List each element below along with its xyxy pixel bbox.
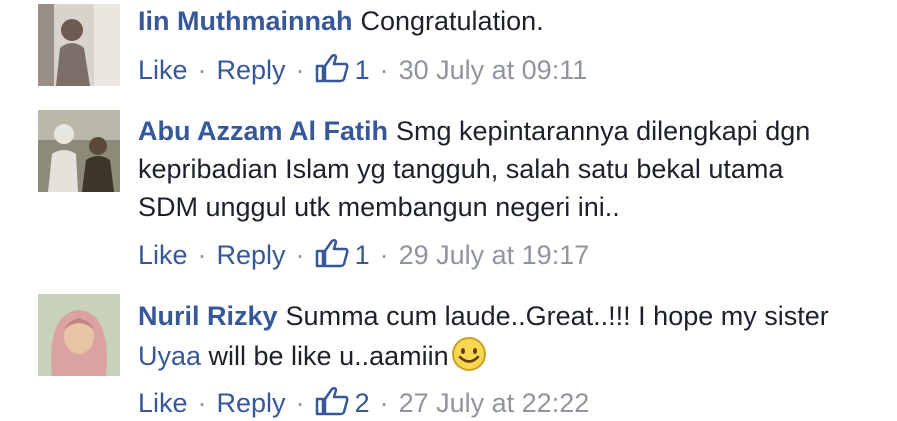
comment-timestamp[interactable]: 30 July at 09:11 — [399, 55, 588, 85]
mention-link[interactable]: Uyaa — [138, 341, 201, 371]
separator-dot: · — [197, 388, 207, 418]
separator-dot: · — [197, 55, 207, 85]
avatar[interactable] — [38, 110, 120, 192]
separator-dot: · — [295, 240, 305, 270]
separator-dot: · — [197, 240, 207, 270]
avatar[interactable] — [38, 4, 120, 86]
like-count[interactable]: 1 — [355, 240, 370, 270]
separator-dot: · — [379, 55, 389, 85]
separator-dot: · — [295, 388, 305, 418]
comment-author[interactable]: Nuril Rizky — [138, 301, 278, 331]
like-link[interactable]: Like — [138, 55, 188, 85]
reply-link[interactable]: Reply — [217, 240, 286, 270]
comment-text-continued: will be like u..aamiin — [201, 341, 449, 371]
comment-text: Summa cum laude..Great..!!! I hope my si… — [285, 301, 829, 331]
like-link[interactable]: Like — [138, 240, 188, 270]
like-count[interactable]: 1 — [355, 55, 370, 85]
avatar[interactable] — [38, 294, 120, 376]
comment-author[interactable]: Iin Muthmainnah — [138, 6, 352, 36]
avatar-image — [38, 110, 120, 192]
comment-text: Congratulation. — [360, 6, 544, 36]
comment-timestamp[interactable]: 27 July at 22:22 — [399, 388, 590, 418]
comment-timestamp[interactable]: 29 July at 19:17 — [399, 240, 590, 270]
like-count[interactable]: 2 — [355, 388, 370, 418]
thumbs-up-icon[interactable] — [315, 386, 349, 416]
thumbs-up-icon[interactable] — [315, 238, 349, 268]
separator-dot: · — [379, 388, 389, 418]
reply-link[interactable]: Reply — [217, 388, 286, 418]
separator-dot: · — [295, 55, 305, 85]
reply-link[interactable]: Reply — [217, 55, 286, 85]
smiley-emoji-icon — [450, 335, 488, 373]
like-link[interactable]: Like — [138, 388, 188, 418]
comment-author[interactable]: Abu Azzam Al Fatih — [138, 116, 388, 146]
separator-dot: · — [379, 240, 389, 270]
thumbs-up-icon[interactable] — [315, 53, 349, 83]
avatar-image — [38, 294, 120, 376]
avatar-image — [38, 4, 120, 86]
